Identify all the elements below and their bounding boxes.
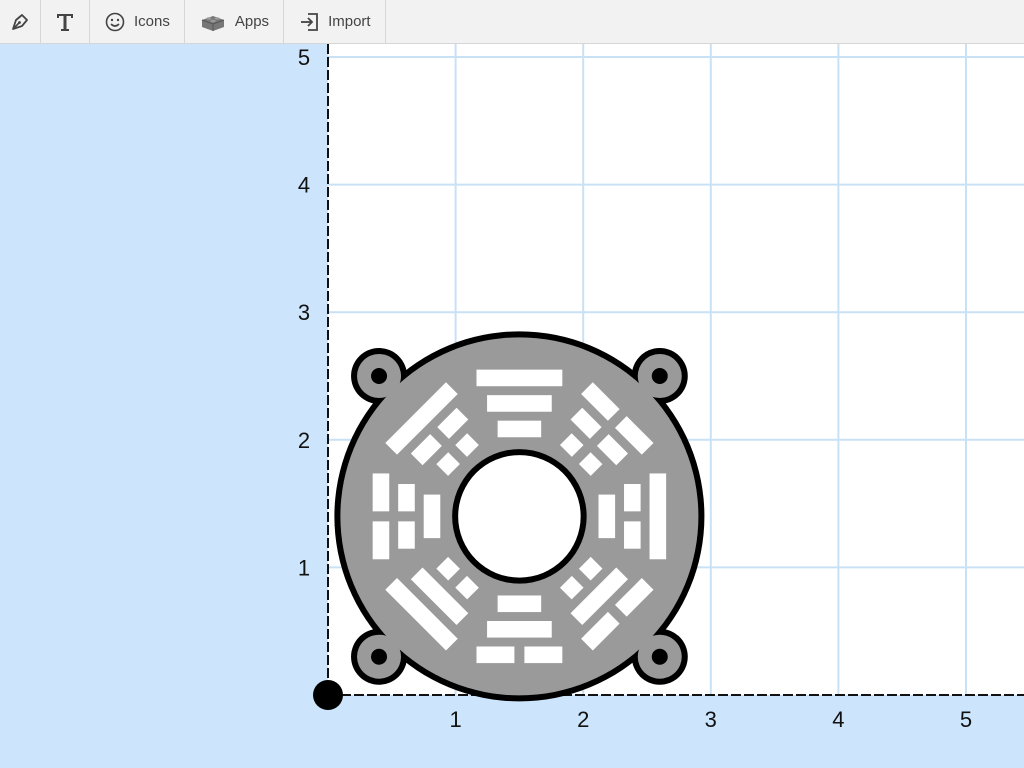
y-tick-label: 3	[298, 300, 310, 325]
x-tick-label: 1	[449, 707, 461, 732]
trigram-slot	[524, 646, 563, 664]
x-tick-label: 3	[705, 707, 717, 732]
trigram-slot	[372, 473, 390, 512]
trigram-slot	[476, 646, 515, 664]
y-tick-label: 4	[298, 173, 310, 198]
import-arrow-icon	[298, 11, 320, 33]
trigram-slot	[497, 595, 542, 613]
trigram-slot	[487, 395, 552, 412]
icons-label: Icons	[134, 13, 170, 30]
import-label: Import	[328, 13, 371, 30]
text-tool-button[interactable]	[41, 0, 90, 43]
y-tick-label: 5	[298, 45, 310, 70]
trigram-slot	[372, 521, 390, 560]
y-tick-label: 2	[298, 428, 310, 453]
trigram-slot	[398, 484, 415, 512]
origin-dot	[313, 680, 343, 710]
x-tick-label: 2	[577, 707, 589, 732]
trigram-slot	[423, 494, 441, 539]
trigram-slot	[598, 494, 616, 539]
screw-hole	[651, 368, 668, 384]
pen-tool-button[interactable]	[0, 0, 41, 43]
x-tick-label: 5	[960, 707, 972, 732]
screw-hole	[371, 648, 388, 665]
smiley-icon	[104, 11, 126, 33]
icons-button[interactable]: Icons	[90, 0, 185, 43]
import-button[interactable]: Import	[284, 0, 386, 43]
bagua-grill-shape[interactable]	[334, 331, 705, 702]
pen-nib-icon	[9, 11, 31, 33]
trigram-slot	[476, 369, 563, 387]
screw-hole	[371, 368, 388, 384]
canvas-area[interactable]: 1 2 3 4 5 1 2 3 4 5	[0, 44, 1024, 768]
apps-label: Apps	[234, 13, 270, 30]
center-hole	[458, 455, 581, 578]
screw-hole	[651, 648, 668, 665]
x-tick-label: 4	[832, 707, 844, 732]
trigram-slot	[624, 521, 641, 549]
trigram-slot	[624, 484, 641, 512]
text-T-icon	[55, 11, 75, 33]
trigram-slot	[497, 420, 542, 438]
trigram-slot	[649, 473, 667, 560]
brick-icon	[199, 11, 227, 33]
origin-handle[interactable]	[313, 680, 343, 710]
y-tick-label: 1	[298, 555, 310, 580]
workplane-svg[interactable]: 1 2 3 4 5 1 2 3 4 5	[0, 44, 1024, 768]
trigram-slot	[398, 521, 415, 549]
toolbar: Icons Apps Import	[0, 0, 1024, 44]
trigram-slot	[487, 620, 552, 638]
apps-button[interactable]: Apps	[185, 0, 285, 43]
